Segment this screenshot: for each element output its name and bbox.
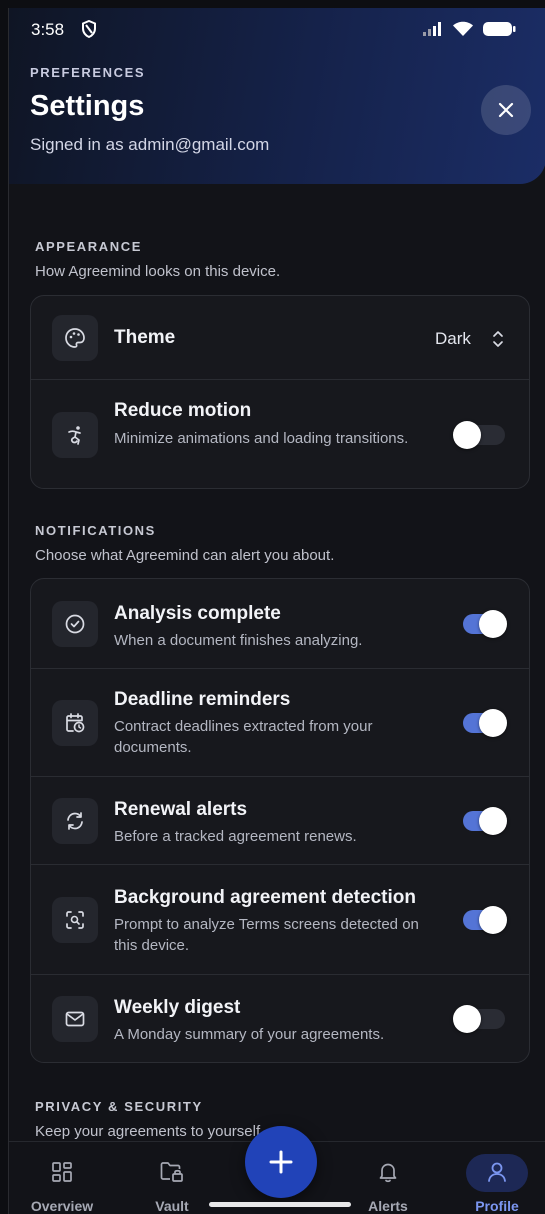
appearance-section-title: APPEARANCE — [35, 239, 143, 254]
notifications-section-description: Choose what Agreemind can alert you abou… — [35, 547, 335, 564]
background-detection-row[interactable]: Background agreement detection Prompt to… — [31, 865, 529, 975]
nav-alerts[interactable]: Alerts — [343, 1142, 433, 1214]
header: 3:58 PREFERENCES Settings Signed in as a… — [9, 8, 545, 184]
background-detection-label: Background agreement detection — [114, 887, 416, 908]
user-icon — [485, 1160, 509, 1189]
status-bar: 3:58 — [9, 8, 545, 52]
mail-icon — [52, 996, 98, 1042]
calendar-clock-icon — [52, 700, 98, 746]
analysis-complete-label: Analysis complete — [114, 603, 281, 624]
reduce-motion-toggle[interactable] — [453, 421, 505, 449]
weekly-digest-description: A Monday summary of your agreements. — [114, 1026, 385, 1043]
chevron-up-down-icon — [491, 329, 505, 354]
nav-profile[interactable]: Profile — [452, 1142, 542, 1214]
signal-icon — [422, 21, 444, 42]
theme-label: Theme — [114, 327, 176, 348]
reduce-motion-row[interactable]: Reduce motion Minimize animations and lo… — [31, 380, 529, 488]
battery-icon — [482, 21, 516, 42]
nav-vault-label: Vault — [155, 1198, 189, 1214]
accessibility-icon — [52, 412, 98, 458]
shield-icon — [81, 19, 97, 43]
renewal-alerts-row[interactable]: Renewal alerts Before a tracked agreemen… — [31, 777, 529, 865]
close-button[interactable] — [481, 85, 531, 135]
nav-profile-label: Profile — [475, 1198, 519, 1214]
grid-icon — [50, 1160, 74, 1189]
deadline-reminders-toggle[interactable] — [463, 709, 507, 737]
toggle-knob — [479, 610, 507, 638]
status-icons — [422, 20, 516, 42]
notifications-section-title: NOTIFICATIONS — [35, 523, 156, 538]
toggle-knob — [453, 421, 481, 449]
status-time: 3:58 — [31, 20, 65, 39]
home-indicator[interactable] — [209, 1202, 351, 1207]
refresh-icon — [52, 798, 98, 844]
renewal-alerts-label: Renewal alerts — [114, 799, 248, 820]
theme-row[interactable]: Theme Dark — [31, 296, 529, 380]
page-title: Settings — [30, 90, 145, 122]
toggle-knob — [479, 807, 507, 835]
weekly-digest-toggle[interactable] — [453, 1005, 505, 1033]
toggle-knob — [453, 1005, 481, 1033]
privacy-section-description: Keep your agreements to yourself. — [35, 1123, 265, 1140]
reduce-motion-label: Reduce motion — [114, 400, 252, 421]
signed-in-text: Signed in as admin@gmail.com — [30, 135, 270, 154]
appearance-section-description: How Agreemind looks on this device. — [35, 263, 281, 280]
wifi-icon — [452, 20, 474, 42]
palette-icon — [52, 315, 98, 361]
deadline-reminders-description: Contract deadlines extracted from your d… — [114, 718, 373, 756]
bell-icon — [376, 1160, 400, 1189]
analysis-complete-description: When a document finishes analyzing. — [114, 632, 363, 649]
nav-vault[interactable]: Vault — [127, 1142, 217, 1214]
folder-lock-icon — [159, 1160, 185, 1189]
nav-overview[interactable]: Overview — [17, 1142, 107, 1214]
header-eyebrow: PREFERENCES — [30, 65, 146, 80]
notifications-card: Analysis complete When a document finish… — [30, 578, 530, 1063]
analysis-complete-row[interactable]: Analysis complete When a document finish… — [31, 579, 529, 669]
renewal-alerts-toggle[interactable] — [463, 807, 507, 835]
toggle-knob — [479, 906, 507, 934]
nav-overview-label: Overview — [30, 1198, 94, 1214]
scan-search-icon — [52, 897, 98, 943]
check-circle-icon — [52, 601, 98, 647]
renewal-alerts-description: Before a tracked agreement renews. — [114, 828, 357, 845]
add-button[interactable] — [245, 1126, 317, 1198]
settings-screen: 3:58 PREFERENCES Settings Signed in as a… — [8, 8, 545, 1214]
background-detection-toggle[interactable] — [463, 906, 507, 934]
toggle-knob — [479, 709, 507, 737]
weekly-digest-label: Weekly digest — [114, 997, 241, 1018]
weekly-digest-row[interactable]: Weekly digest A Monday summary of your a… — [31, 975, 529, 1062]
deadline-reminders-label: Deadline reminders — [114, 689, 291, 710]
plus-icon — [269, 1150, 293, 1174]
privacy-section-title: PRIVACY & SECURITY — [35, 1099, 203, 1114]
reduce-motion-description: Minimize animations and loading transiti… — [114, 430, 409, 447]
close-icon — [498, 102, 514, 118]
analysis-complete-toggle[interactable] — [463, 610, 507, 638]
appearance-card: Theme Dark Reduce motion Minimize animat… — [30, 295, 530, 489]
nav-alerts-label: Alerts — [368, 1198, 408, 1214]
theme-value[interactable]: Dark — [435, 329, 471, 349]
deadline-reminders-row[interactable]: Deadline reminders Contract deadlines ex… — [31, 669, 529, 777]
background-detection-description: Prompt to analyze Terms screens detected… — [114, 916, 419, 954]
